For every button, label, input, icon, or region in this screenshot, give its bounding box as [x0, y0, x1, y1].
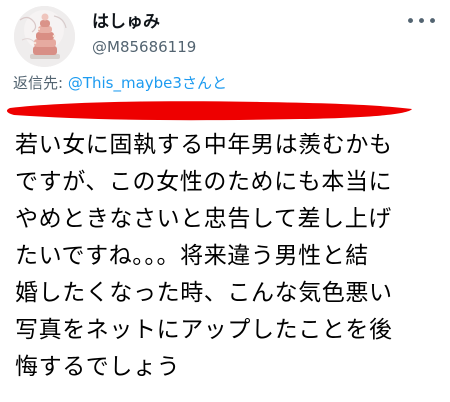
tweet-text-line: 若い女に固執する中年男は羨むかも — [15, 132, 393, 158]
reply-context: 返信先: @This_maybe3さんと — [13, 73, 227, 93]
tweet-text-line: 悔するでしょう — [15, 354, 181, 380]
avatar-image — [14, 6, 75, 67]
reply-label: 返信先: — [13, 74, 68, 92]
reply-mention-link[interactable]: @This_maybe3さんと — [68, 74, 227, 92]
avatar[interactable] — [14, 6, 75, 67]
more-horizontal-icon[interactable]: ••• — [404, 4, 440, 40]
tweet-text-line: 婚したくなった時、こんな気色悪い — [15, 280, 393, 306]
author-display-name[interactable]: はしゅみ — [92, 12, 160, 32]
tweet-text-line: やめときなさいと忠告して差し上げ — [15, 206, 392, 232]
tweet-text-line: たいですね。。。将来違う男性と結 — [15, 243, 369, 269]
author-handle[interactable]: @M85686119 — [92, 37, 196, 57]
tweet-text-line: 写真をネットにアップしたことを後 — [15, 317, 393, 343]
tweet-text-line: ですが、この女性のためにも本当に — [15, 169, 393, 195]
red-redaction-scribble — [6, 101, 412, 121]
tweet-text: 若い女に固執する中年男は羨むかも ですが、この女性のためにも本当に やめときなさ… — [15, 127, 445, 386]
tweet: はしゅみ @M85686119 ••• 返信先: @This_maybe3さんと… — [0, 0, 450, 402]
